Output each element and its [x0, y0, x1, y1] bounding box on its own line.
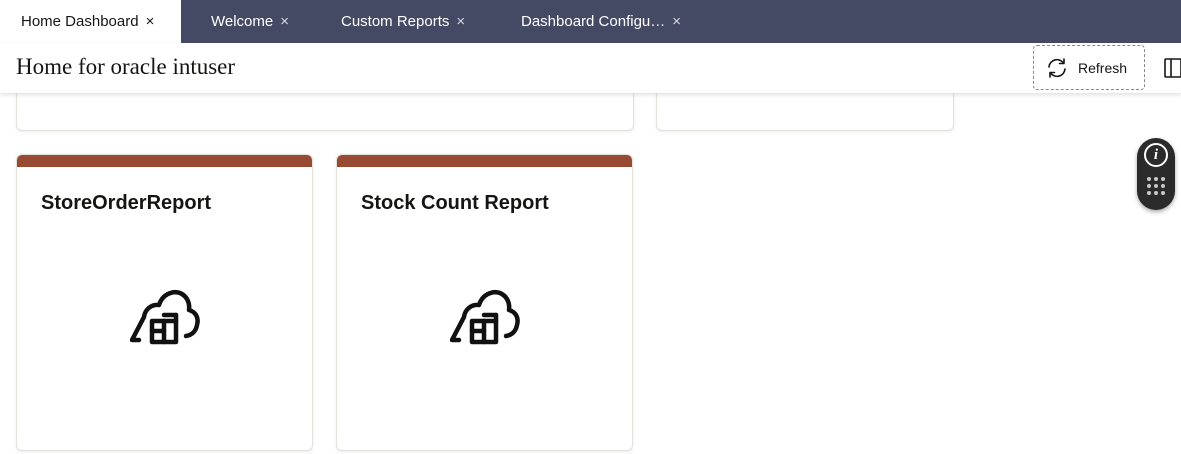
floating-help-widget: i	[1137, 138, 1175, 210]
card-title: StoreOrderReport	[41, 192, 212, 214]
tab-bar: Home Dashboard × Welcome × Custom Report…	[0, 0, 1181, 43]
close-icon[interactable]: ×	[280, 13, 289, 30]
close-icon[interactable]: ×	[672, 13, 681, 30]
report-card-stock-count[interactable]: Stock Count Report	[336, 154, 633, 451]
card-title: Stock Count Report	[361, 192, 549, 214]
card-accent-bar	[337, 155, 632, 167]
close-icon[interactable]: ×	[146, 13, 155, 30]
close-icon[interactable]: ×	[456, 13, 465, 30]
card-accent-bar	[17, 155, 312, 167]
info-icon[interactable]: i	[1144, 143, 1168, 167]
tab-welcome[interactable]: Welcome ×	[211, 0, 289, 43]
report-card-store-order[interactable]: StoreOrderReport	[16, 154, 313, 451]
cloud-chart-icon	[450, 289, 520, 345]
refresh-button[interactable]: Refresh	[1033, 45, 1145, 90]
tab-label: Custom Reports	[341, 13, 450, 30]
panel-toggle-icon[interactable]	[1164, 58, 1181, 78]
tab-label: Home Dashboard	[21, 13, 139, 30]
tab-home-dashboard[interactable]: Home Dashboard ×	[0, 0, 181, 43]
refresh-icon	[1048, 57, 1066, 78]
tab-custom-reports[interactable]: Custom Reports ×	[341, 0, 465, 43]
page-header: Home for oracle intuser Refresh	[0, 43, 1181, 93]
dashboard-content: StoreOrderReport Stock Count Report	[0, 83, 1181, 454]
tab-label: Dashboard Configu…	[521, 13, 666, 30]
tab-dashboard-configuration[interactable]: Dashboard Configu… ×	[521, 0, 681, 43]
tab-label: Welcome	[211, 13, 274, 30]
cloud-chart-icon	[130, 289, 200, 345]
refresh-label: Refresh	[1078, 59, 1128, 76]
page-title: Home for oracle intuser	[16, 54, 236, 79]
grid-dots-icon[interactable]	[1147, 177, 1165, 195]
